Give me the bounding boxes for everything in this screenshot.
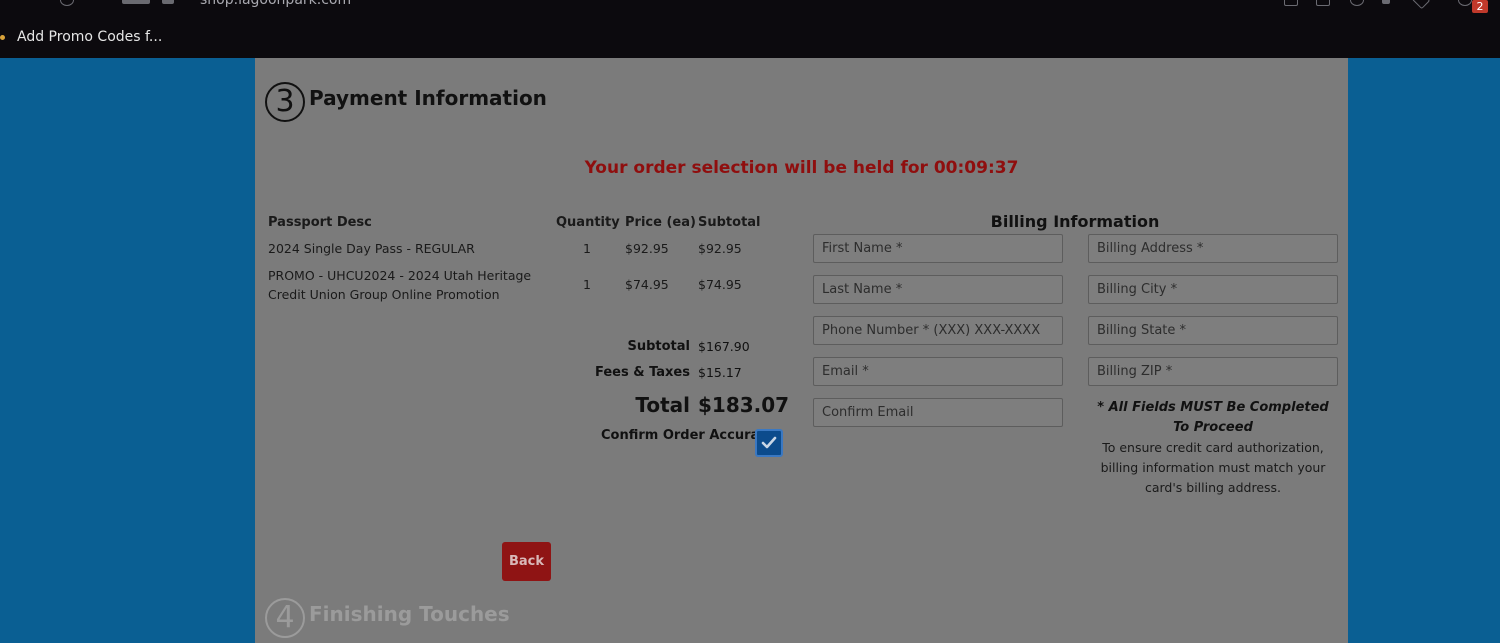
checkout-panel: 3 Payment Information Your order selecti…	[255, 58, 1348, 643]
bookmark-item[interactable]: Add Promo Codes f...	[0, 26, 162, 48]
play-icon[interactable]	[1382, 0, 1390, 4]
subtotal-label: Subtotal	[627, 339, 690, 354]
billing-address-field[interactable]	[1088, 234, 1338, 263]
subtotal-value: $167.90	[698, 339, 750, 354]
total-label: Total	[635, 393, 690, 417]
profile-icon[interactable]	[1458, 0, 1472, 6]
phone-field[interactable]	[813, 316, 1063, 345]
col-header-subtotal: Subtotal	[698, 215, 761, 230]
confirm-accuracy-checkbox[interactable]	[755, 429, 783, 457]
item-qty: 1	[583, 277, 591, 292]
billing-zip-field[interactable]	[1088, 357, 1338, 386]
bookmark-favicon-icon	[0, 34, 5, 40]
item-qty: 1	[583, 241, 591, 256]
col-header-desc: Passport Desc	[268, 215, 372, 230]
billing-state-field[interactable]	[1088, 316, 1338, 345]
step-number: 3	[265, 82, 305, 122]
section-title: Finishing Touches	[309, 602, 510, 626]
browser-toolbar: shop.lagoonpark.com 2 Add Promo Codes f.…	[0, 0, 1500, 58]
item-subtotal: $92.95	[698, 241, 742, 256]
site-info-icon[interactable]	[122, 0, 150, 4]
email-field[interactable]	[813, 357, 1063, 386]
shield-icon[interactable]	[1350, 0, 1364, 6]
address-bar[interactable]: shop.lagoonpark.com 2	[0, 0, 1500, 14]
billing-title: Billing Information	[990, 212, 1160, 231]
notification-badge: 2	[1472, 0, 1488, 13]
lock-icon	[162, 0, 174, 4]
reload-icon[interactable]	[60, 0, 74, 6]
fees-label: Fees & Taxes	[594, 365, 690, 380]
total-value: $183.07	[698, 393, 790, 417]
confirm-accuracy-label: Confirm Order Accuracy	[601, 428, 776, 443]
confirm-email-field[interactable]	[813, 398, 1063, 427]
check-icon	[761, 436, 777, 449]
url-text[interactable]: shop.lagoonpark.com	[200, 0, 351, 8]
diamond-icon[interactable]	[1411, 0, 1431, 10]
item-subtotal: $74.95	[698, 277, 742, 292]
step-number: 4	[265, 598, 305, 638]
last-name-field[interactable]	[813, 275, 1063, 304]
item-desc: PROMO - UHCU2024 - 2024 Utah Heritage Cr…	[268, 268, 532, 302]
item-price: $92.95	[625, 241, 669, 256]
authorization-notice: To ensure credit card authorization, bil…	[1100, 440, 1326, 495]
billing-city-field[interactable]	[1088, 275, 1338, 304]
item-desc: 2024 Single Day Pass - REGULAR	[268, 241, 475, 256]
hold-timer-message: Your order selection will be held for 00…	[584, 158, 1019, 178]
bookmark-label: Add Promo Codes f...	[17, 29, 163, 45]
item-price: $74.95	[625, 277, 669, 292]
fees-value: $15.17	[698, 365, 742, 380]
first-name-field[interactable]	[813, 234, 1063, 263]
section-title: Payment Information	[309, 86, 547, 110]
col-header-price: Price (ea)	[625, 215, 696, 230]
extension-icon[interactable]	[1284, 0, 1298, 6]
col-header-qty: Quantity	[556, 215, 620, 230]
mail-icon[interactable]	[1316, 0, 1330, 6]
required-fields-notice: * All Fields MUST Be Completed To Procee…	[1097, 400, 1329, 435]
back-button[interactable]: Back	[502, 542, 551, 581]
